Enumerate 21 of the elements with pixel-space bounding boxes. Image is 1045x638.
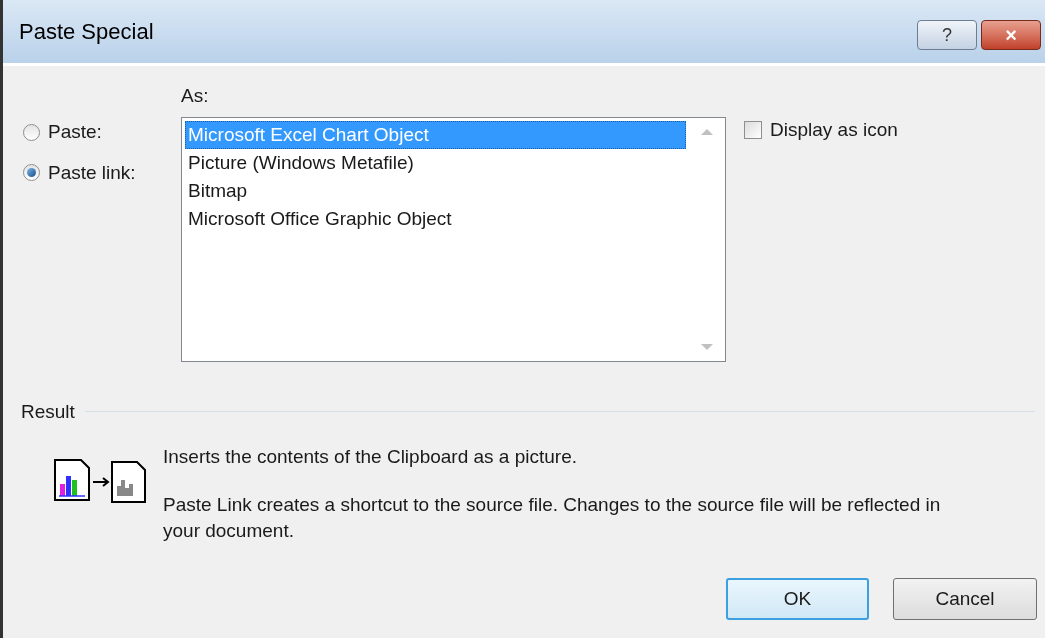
list-item[interactable]: Picture (Windows Metafile): [185, 148, 686, 177]
result-description: Inserts the contents of the Clipboard as a picture.: [163, 445, 578, 469]
dialog-button[interactable]: OK: [726, 578, 869, 620]
radio-button[interactable]: [23, 123, 40, 141]
window-title: Paste Special: [19, 18, 154, 46]
group-title: Result: [21, 399, 75, 424]
radio-option[interactable]: Paste:: [23, 118, 181, 147]
scroll-up-icon[interactable]: [701, 127, 713, 135]
radio-button[interactable]: [23, 164, 40, 182]
checkbox-option[interactable]: Display as icon: [744, 116, 898, 145]
list-label: As:: [181, 84, 210, 108]
dialog-button[interactable]: Cancel: [893, 578, 1037, 620]
radio-option[interactable]: Paste link:: [23, 158, 181, 187]
list-item[interactable]: Microsoft Office Graphic Object: [185, 204, 686, 233]
result-description: Paste Link creates a shortcut to the source file. Changes to the source file will be reflected in your document.: [163, 493, 942, 543]
format-list[interactable]: Microsoft Excel Chart Object Picture (Windows Metafile) Bitmap Microsoft Office Graphic Object: [181, 116, 726, 362]
checkbox[interactable]: [744, 121, 762, 140]
scroll-down-icon[interactable]: [701, 343, 713, 351]
list-item[interactable]: Bitmap: [185, 176, 686, 205]
help-button[interactable]: ?: [917, 20, 977, 50]
chart-to-picture-icon: [53, 458, 149, 504]
